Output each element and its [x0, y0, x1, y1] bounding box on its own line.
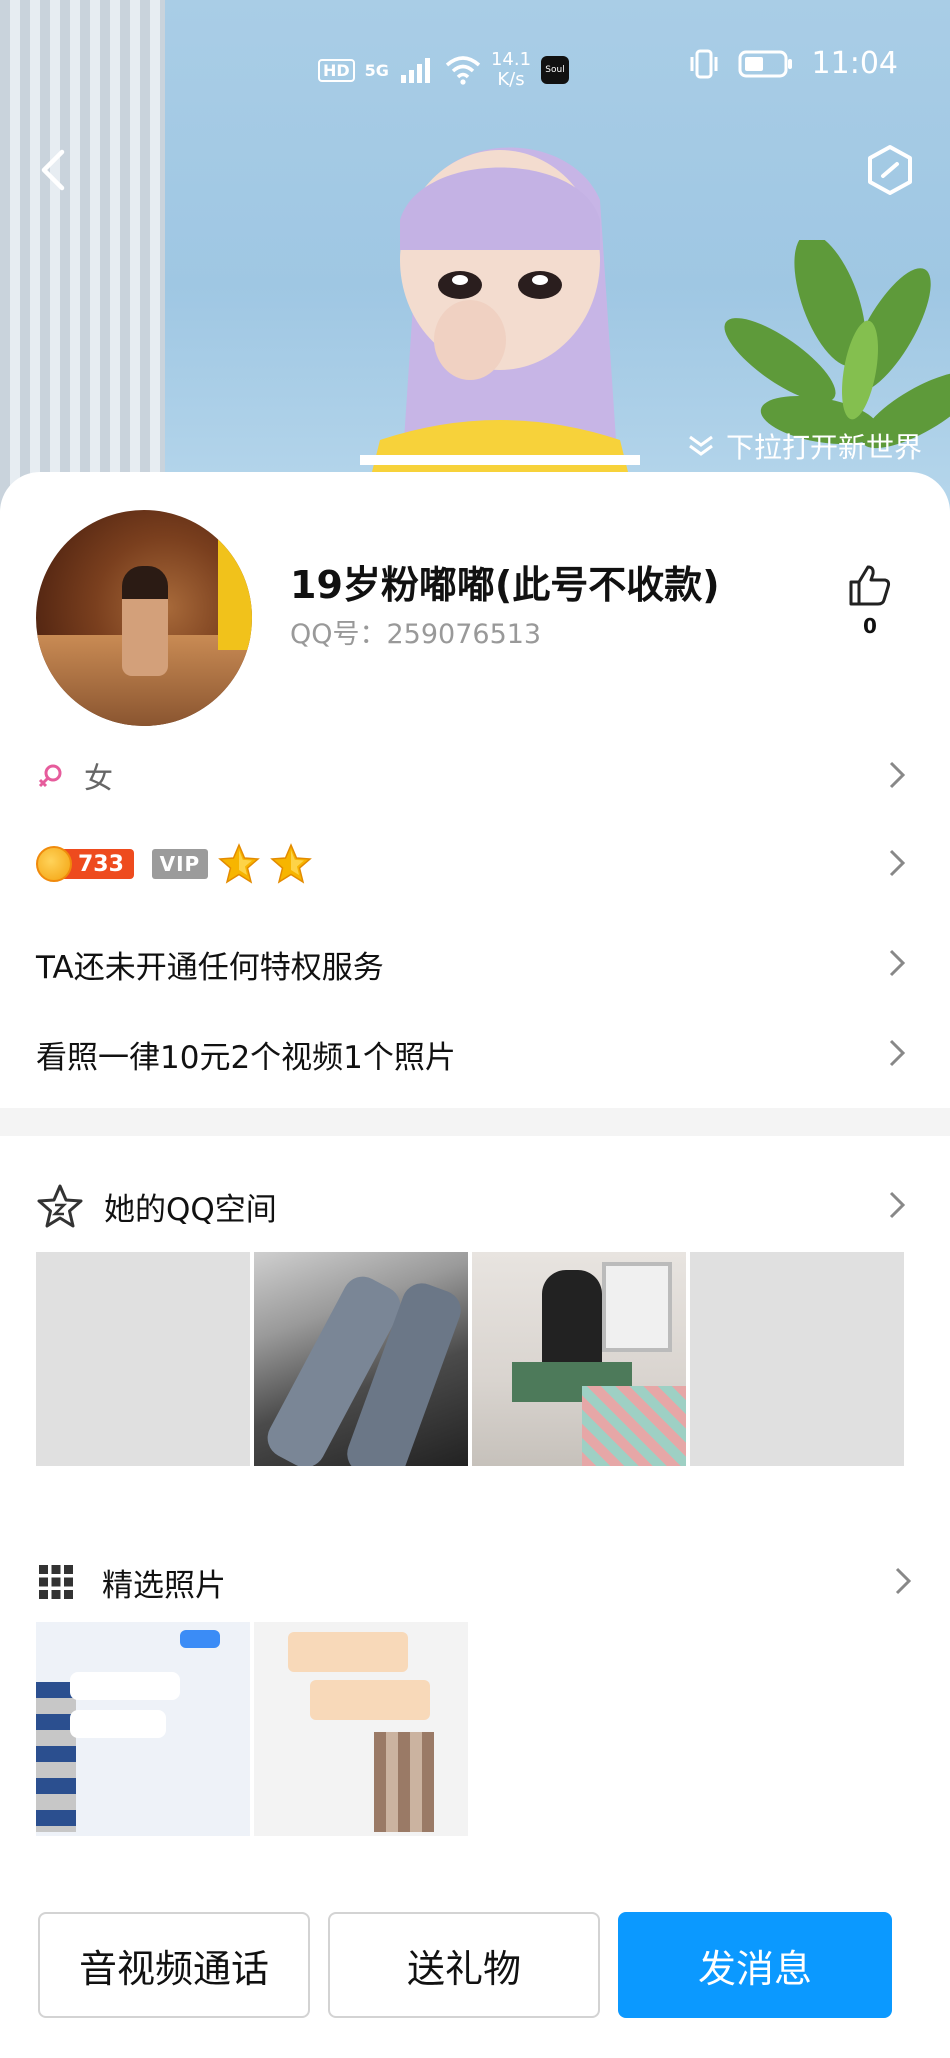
av-call-button[interactable]: 音视频通话	[38, 1912, 310, 2018]
level-badge: 733	[36, 846, 134, 882]
gender-text: 女	[84, 761, 114, 795]
back-arrow-icon[interactable]	[34, 140, 74, 200]
grid-icon	[39, 1565, 73, 1599]
chevron-right-icon	[895, 1567, 912, 1595]
qzone-photo[interactable]	[36, 1252, 250, 1466]
profile-name: 19岁粉嘟嘟(此号不收款)	[290, 563, 720, 607]
sun-coin-icon	[36, 846, 72, 882]
star-icon	[218, 843, 260, 884]
send-message-button[interactable]: 发消息	[618, 1912, 892, 2018]
gender-row[interactable]: 女	[0, 736, 950, 816]
chevron-right-icon	[889, 761, 906, 789]
profile-card: 19岁粉嘟嘟(此号不收款) QQ号：259076513 0 女 733 VIP	[0, 472, 950, 2058]
net-speed: 14.1 K/s	[490, 49, 532, 90]
privilege-text: TA还未开通任何特权服务	[36, 949, 384, 986]
signature-row[interactable]: 看照一律10元2个视频1个照片	[0, 1014, 950, 1094]
chevron-right-icon	[889, 949, 906, 977]
thumbs-up-icon	[849, 565, 891, 606]
privilege-row[interactable]: TA还未开通任何特权服务	[0, 924, 950, 1004]
qzone-title: 她的QQ空间	[104, 1191, 277, 1228]
chevron-right-icon	[889, 1039, 906, 1067]
qzone-header[interactable]: 她的QQ空间	[0, 1166, 950, 1246]
qzone-photo[interactable]	[690, 1252, 904, 1466]
chevron-right-icon	[889, 1191, 906, 1219]
level-row[interactable]: 733 VIP	[0, 824, 950, 904]
qzone-photo[interactable]	[254, 1252, 468, 1466]
section-divider	[0, 1108, 950, 1136]
qzone-photo[interactable]	[472, 1252, 686, 1466]
qq-number: QQ号：259076513	[290, 619, 542, 650]
battery-icon	[738, 50, 792, 77]
vibrate-icon	[690, 49, 718, 78]
send-gift-button[interactable]: 送礼物	[328, 1912, 600, 2018]
female-icon	[38, 764, 62, 788]
status-bar: HD 5G 14.1 K/s Soul 11:04	[0, 44, 950, 94]
featured-photo-grid	[36, 1622, 468, 1836]
featured-photos-title: 精选照片	[102, 1567, 226, 1604]
profile-cover[interactable]: HD 5G 14.1 K/s Soul 11:04 下拉打开新世界	[0, 0, 950, 520]
double-chevron-down-icon	[689, 435, 713, 456]
featured-photo[interactable]	[36, 1622, 250, 1836]
signal-icon	[400, 58, 430, 83]
hd-indicator: HD	[318, 58, 355, 82]
featured-photos-header[interactable]: 精选照片	[0, 1542, 950, 1622]
pull-hint-text: 下拉打开新世界	[725, 431, 922, 464]
network-type: 5G	[364, 60, 389, 80]
featured-photo[interactable]	[254, 1622, 468, 1836]
pull-down-hint[interactable]: 下拉打开新世界	[686, 426, 922, 466]
qzone-photo-grid	[36, 1252, 904, 1466]
clock: 11:04	[811, 46, 898, 81]
vip-badge: VIP	[151, 849, 208, 879]
soul-app-icon: Soul	[541, 56, 570, 84]
star-icon	[270, 843, 312, 884]
like-count: 0	[863, 614, 877, 638]
cover-character	[360, 147, 640, 520]
qzone-star-icon	[37, 1184, 83, 1228]
wifi-icon	[445, 56, 481, 85]
signature-text: 看照一律10元2个视频1个照片	[36, 1039, 456, 1076]
settings-hexagon-icon[interactable]	[866, 144, 914, 196]
avatar[interactable]	[36, 510, 252, 726]
chevron-right-icon	[889, 849, 906, 877]
action-bar: 音视频通话 送礼物 发消息	[0, 1912, 950, 2020]
like-button[interactable]: 0	[846, 564, 894, 638]
